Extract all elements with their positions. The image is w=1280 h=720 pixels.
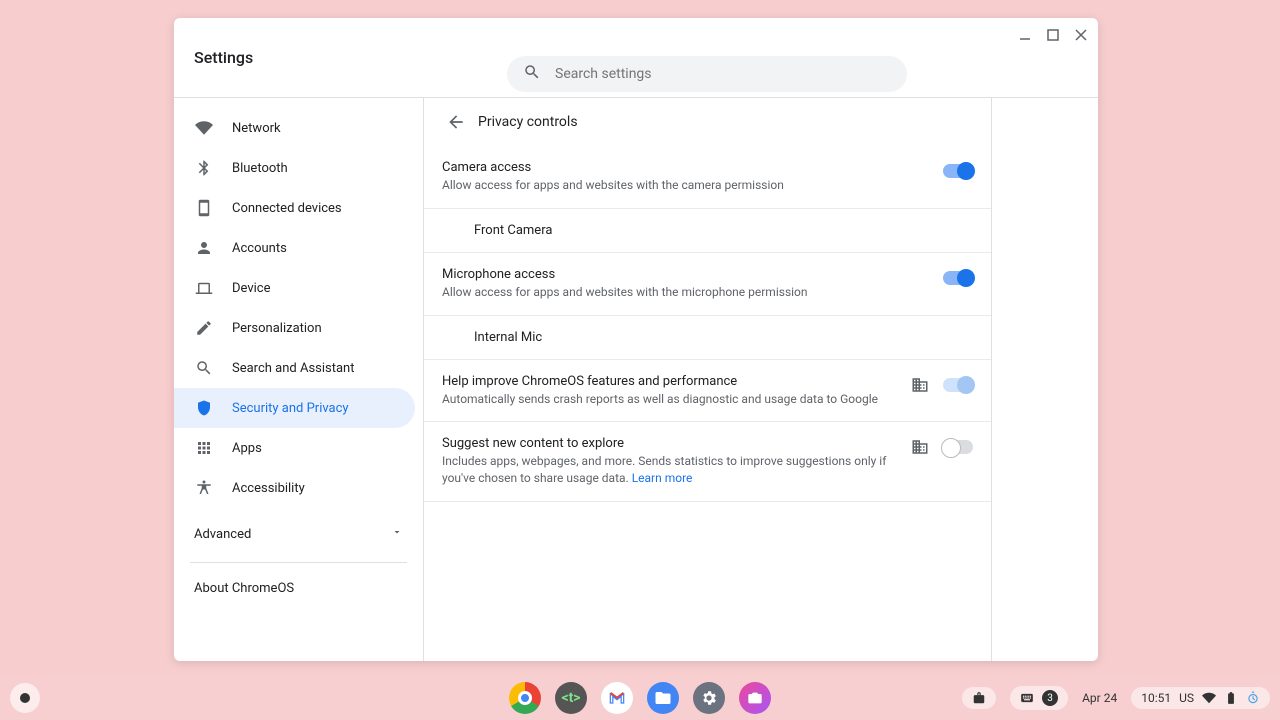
app-settings[interactable]	[693, 682, 725, 714]
managed-icon	[911, 376, 929, 394]
learn-more-link[interactable]: Learn more	[632, 471, 693, 485]
sidebar-item-accounts[interactable]: Accounts	[174, 228, 415, 268]
shelf-apps: <t>	[509, 682, 771, 714]
time-label: 10:51	[1141, 691, 1171, 705]
sidebar-item-label: Device	[232, 281, 271, 296]
content-panel: Privacy controls Camera access Allow acc…	[424, 98, 992, 661]
tote-indicator[interactable]	[962, 687, 996, 709]
subitem-front-camera[interactable]: Front Camera	[424, 209, 991, 253]
sidebar-item-network[interactable]: Network	[174, 108, 415, 148]
back-button[interactable]	[442, 108, 470, 136]
setting-desc: Includes apps, webpages, and more. Sends…	[442, 453, 911, 487]
sidebar-item-label: Network	[232, 121, 281, 136]
sidebar-item-connected-devices[interactable]: Connected devices	[174, 188, 415, 228]
launcher-icon	[20, 693, 30, 703]
close-button[interactable]	[1074, 28, 1088, 42]
sidebar-advanced[interactable]: Advanced	[174, 514, 423, 554]
setting-microphone-access: Microphone access Allow access for apps …	[424, 253, 991, 316]
sidebar-item-search-assistant[interactable]: Search and Assistant	[174, 348, 415, 388]
status-tray[interactable]: 10:51 US	[1131, 687, 1270, 709]
chevron-down-icon	[391, 526, 403, 542]
sidebar-item-label: Security and Privacy	[232, 401, 349, 416]
app-files[interactable]	[647, 682, 679, 714]
arrow-left-icon	[446, 112, 466, 132]
date-label[interactable]: Apr 24	[1082, 691, 1117, 705]
window-controls	[1018, 28, 1088, 42]
accessibility-icon	[194, 478, 214, 498]
sidebar-item-label: Personalization	[232, 321, 322, 336]
sidebar-item-personalization[interactable]: Personalization	[174, 308, 415, 348]
timer-icon	[1246, 691, 1260, 705]
setting-suggest-content: Suggest new content to explore Includes …	[424, 422, 991, 502]
app-chrome[interactable]	[509, 682, 541, 714]
content-header: Privacy controls	[424, 98, 991, 146]
toggle-camera[interactable]	[943, 164, 973, 178]
setting-camera-access: Camera access Allow access for apps and …	[424, 146, 991, 209]
content-title: Privacy controls	[478, 114, 578, 130]
search-bar[interactable]	[507, 56, 907, 92]
app-title: Settings	[194, 48, 253, 67]
toggle-suggest-content[interactable]	[943, 440, 973, 454]
maximize-button[interactable]	[1046, 28, 1060, 42]
search-icon	[523, 63, 555, 85]
subitem-internal-mic[interactable]: Internal Mic	[424, 316, 991, 360]
app-terminal[interactable]: <t>	[555, 682, 587, 714]
setting-desc: Automatically sends crash reports as wel…	[442, 391, 911, 408]
wifi-icon	[194, 118, 214, 138]
sidebar-about[interactable]: About ChromeOS	[174, 571, 423, 606]
sidebar-item-label: Connected devices	[232, 201, 342, 216]
advanced-label: Advanced	[194, 527, 251, 542]
minimize-button[interactable]	[1018, 28, 1032, 42]
sidebar-item-accessibility[interactable]: Accessibility	[174, 468, 415, 508]
sidebar-item-label: Apps	[232, 441, 262, 456]
setting-desc: Allow access for apps and websites with …	[442, 284, 943, 301]
search-icon	[194, 358, 214, 378]
managed-icon	[911, 438, 929, 456]
shield-icon	[194, 398, 214, 418]
app-gmail[interactable]	[601, 682, 633, 714]
setting-title: Camera access	[442, 160, 943, 175]
titlebar: Settings	[174, 18, 1098, 98]
apps-icon	[194, 438, 214, 458]
edit-icon	[194, 318, 214, 338]
sidebar-item-label: Bluetooth	[232, 161, 288, 176]
app-camera[interactable]	[739, 682, 771, 714]
sidebar-item-label: Search and Assistant	[232, 361, 355, 376]
toggle-help-improve[interactable]	[943, 378, 973, 392]
laptop-icon	[194, 278, 214, 298]
sidebar-item-label: Accounts	[232, 241, 287, 256]
tote-icon	[972, 691, 986, 705]
device-icon	[194, 198, 214, 218]
setting-title: Help improve ChromeOS features and perfo…	[442, 374, 911, 389]
sidebar: Network Bluetooth Connected devices Acco…	[174, 98, 424, 661]
shelf: <t> 3 Apr 24 10:51 US	[0, 676, 1280, 720]
sidebar-item-device[interactable]: Device	[174, 268, 415, 308]
battery-icon	[1224, 691, 1238, 705]
sidebar-item-label: Accessibility	[232, 481, 305, 496]
launcher-button[interactable]	[10, 683, 40, 713]
setting-help-improve: Help improve ChromeOS features and perfo…	[424, 360, 991, 423]
settings-window: Settings Network Bluetooth Connected dev…	[174, 18, 1098, 661]
keyboard-icon	[1020, 691, 1034, 705]
sidebar-item-security-privacy[interactable]: Security and Privacy	[174, 388, 415, 428]
locale-label: US	[1179, 691, 1194, 705]
sidebar-item-apps[interactable]: Apps	[174, 428, 415, 468]
sidebar-separator	[190, 562, 407, 563]
setting-desc: Allow access for apps and websites with …	[442, 177, 943, 194]
window-body: Network Bluetooth Connected devices Acco…	[174, 98, 1098, 661]
shelf-status-area: 3 Apr 24 10:51 US	[962, 686, 1270, 710]
setting-title: Suggest new content to explore	[442, 436, 911, 451]
about-label: About ChromeOS	[194, 581, 294, 596]
bluetooth-icon	[194, 158, 214, 178]
sidebar-item-bluetooth[interactable]: Bluetooth	[174, 148, 415, 188]
person-icon	[194, 238, 214, 258]
search-input[interactable]	[555, 66, 891, 82]
notification-count: 3	[1042, 690, 1058, 706]
input-indicator[interactable]: 3	[1010, 686, 1068, 710]
wifi-icon	[1202, 691, 1216, 705]
setting-title: Microphone access	[442, 267, 943, 282]
toggle-microphone[interactable]	[943, 271, 973, 285]
